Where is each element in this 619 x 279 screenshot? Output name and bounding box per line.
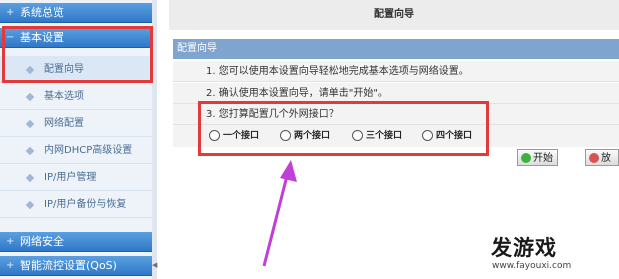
diamond-bullet-icon [25, 92, 35, 102]
sidebar-item-label: IP/用户备份与恢复 [44, 199, 127, 210]
sidebar-header-qos[interactable]: + 智能流控设置(QoS) [0, 256, 152, 276]
annotation-box-interface-question [198, 101, 489, 156]
sidebar-header-label: 系统总览 [20, 6, 64, 19]
instruction-line-1: 1. 您可以使用本设置向导轻松地完成基本选项与网络设置。 [173, 61, 619, 82]
start-button[interactable]: 开始 [517, 149, 558, 166]
sidebar-item-dhcp-advanced[interactable]: 内网DHCP高级设置 [0, 137, 152, 164]
watermark: 发游戏 www.fayouxi.com [477, 232, 617, 277]
watermark-url: www.fayouxi.com [492, 261, 572, 271]
scroll-left-arrow-icon[interactable]: ◀ [152, 258, 157, 272]
sidebar-item-basic-options[interactable]: 基本选项 [0, 83, 152, 110]
checkmark-icon [521, 153, 531, 163]
plus-icon: + [6, 260, 15, 271]
diamond-bullet-icon [25, 146, 35, 156]
panel-header: 配置向导 [173, 39, 619, 59]
page-title: 配置向导 [169, 0, 619, 30]
annotation-arrow-icon [262, 160, 297, 267]
diamond-bullet-icon [25, 173, 35, 183]
plus-icon: + [6, 7, 15, 18]
sidebar-item-label: 网络配置 [44, 118, 84, 129]
sidebar-header-label: 智能流控设置(QoS) [20, 259, 117, 272]
annotation-box-sidebar [2, 26, 153, 83]
sidebar-header-label: 网络安全 [20, 235, 64, 248]
sidebar-item-label: IP/用户管理 [44, 172, 97, 183]
sidebar-item-label: 内网DHCP高级设置 [44, 145, 133, 156]
diamond-bullet-icon [25, 200, 35, 210]
sidebar-header-network-security[interactable]: + 网络安全 [0, 232, 152, 252]
abandon-button-label: 放弃 [601, 153, 611, 164]
sidebar-item-network-config[interactable]: 网络配置 [0, 110, 152, 137]
cancel-icon [589, 153, 599, 163]
sidebar-item-label: 基本选项 [44, 91, 84, 102]
start-button-label: 开始 [533, 153, 553, 164]
plus-icon: + [6, 236, 15, 247]
sidebar-header-overview[interactable]: + 系统总览 [0, 3, 152, 23]
diamond-bullet-icon [25, 119, 35, 129]
sidebar-item-ip-user-management[interactable]: IP/用户管理 [0, 164, 152, 191]
watermark-title: 发游戏 [491, 236, 557, 260]
sidebar-item-ip-user-backup[interactable]: IP/用户备份与恢复 [0, 191, 152, 218]
abandon-button[interactable]: 放弃 [585, 149, 619, 166]
